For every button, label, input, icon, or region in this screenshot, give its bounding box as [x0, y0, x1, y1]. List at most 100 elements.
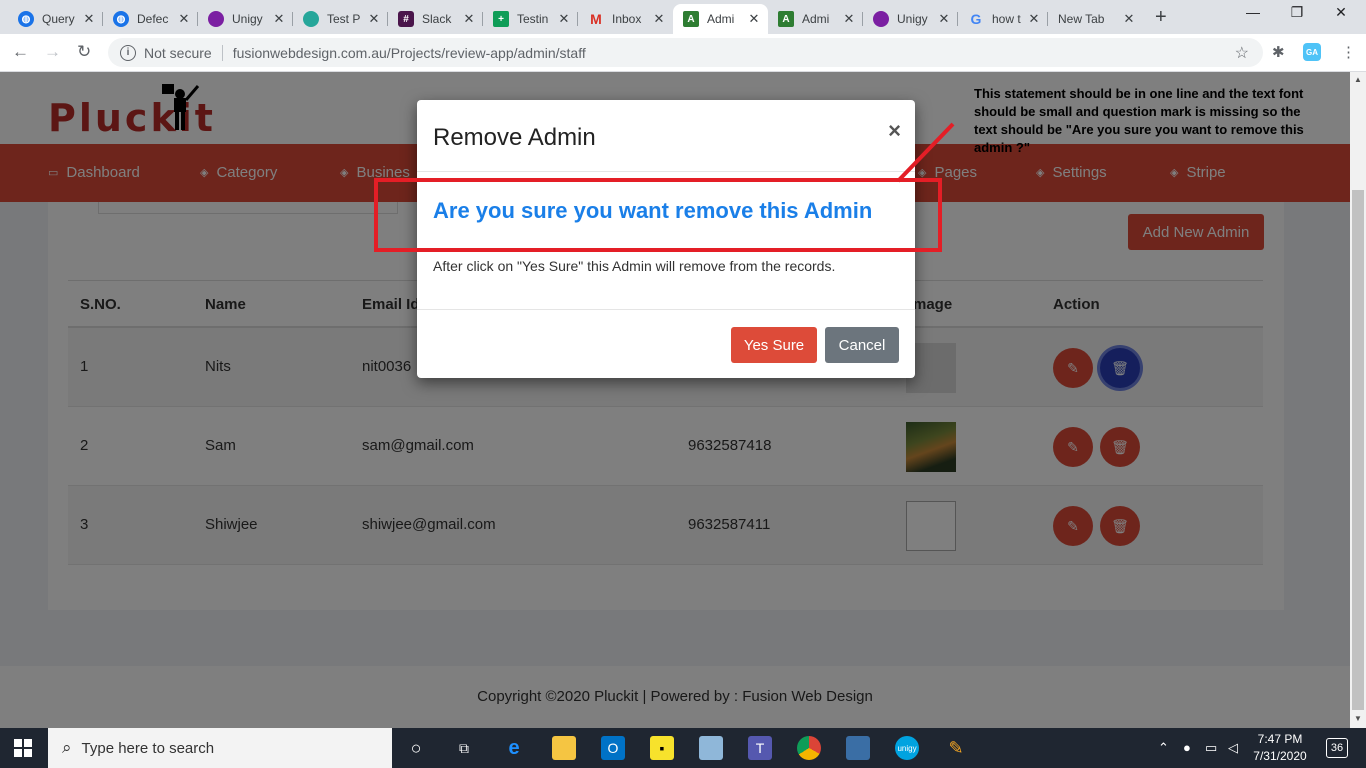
tab-admin[interactable]: A Admi ✕: [768, 4, 863, 34]
security-label: Not secure: [144, 44, 212, 61]
task-view-icon[interactable]: ⧉: [452, 736, 476, 760]
tab-query[interactable]: ◍ Query ✕: [8, 4, 103, 34]
bookmark-star-icon[interactable]: ☆: [1235, 43, 1249, 63]
tab-title: Test P: [327, 12, 361, 26]
page-scrollbar[interactable]: ▲ ▼: [1350, 72, 1366, 728]
tab-title: Testin: [517, 12, 549, 26]
ga-extension-icon[interactable]: GA: [1303, 43, 1321, 61]
scrollbar-thumb[interactable]: [1352, 190, 1364, 710]
tab-title: Defec: [137, 12, 169, 26]
testp-icon: [303, 11, 319, 27]
windows-start-icon[interactable]: [14, 739, 32, 757]
extensions-puzzle-icon[interactable]: ✱: [1272, 43, 1285, 61]
paint-icon[interactable]: ✎: [944, 736, 968, 760]
confirm-message: After click on "Yes Sure" this Admin wil…: [433, 258, 836, 274]
tab-testp[interactable]: Test P ✕: [293, 4, 388, 34]
tab-slack[interactable]: # Slack ✕: [388, 4, 483, 34]
tab-title: Query: [42, 12, 75, 26]
admin-icon: A: [778, 11, 794, 27]
close-icon[interactable]: ✕: [746, 11, 762, 27]
volume-icon[interactable]: ◁: [1228, 740, 1238, 756]
globe-icon: ◍: [113, 11, 129, 27]
tab-admin-active[interactable]: A Admi ✕: [673, 4, 768, 34]
file-explorer-icon[interactable]: [552, 736, 576, 760]
tab-how-to[interactable]: G how t ✕: [958, 4, 1048, 34]
slack-icon: #: [398, 11, 414, 27]
microphone-icon[interactable]: ●: [1183, 740, 1191, 755]
close-icon[interactable]: ✕: [1121, 11, 1137, 27]
tab-title: New Tab: [1058, 12, 1105, 26]
search-icon: ⌕: [62, 738, 72, 757]
close-icon[interactable]: ✕: [841, 11, 857, 27]
minimize-button[interactable]: —: [1230, 4, 1276, 20]
reload-icon[interactable]: ↻: [77, 42, 91, 62]
new-tab-button[interactable]: +: [1155, 6, 1167, 29]
clock-date: 7/31/2020: [1253, 749, 1307, 763]
address-bar[interactable]: i Not secure fusionwebdesign.com.au/Proj…: [108, 38, 1263, 67]
annotation-note: This statement should be in one line and…: [974, 86, 1304, 155]
close-icon[interactable]: ✕: [1026, 11, 1042, 27]
modal-title: Remove Admin: [433, 124, 596, 151]
outlook-icon[interactable]: O: [601, 736, 625, 760]
teams-icon[interactable]: T: [748, 736, 772, 760]
chrome-icon[interactable]: [797, 736, 821, 760]
window-close-button[interactable]: ✕: [1318, 4, 1364, 21]
sheets-icon: +: [493, 11, 509, 27]
close-icon[interactable]: ✕: [271, 11, 287, 27]
unigy-icon[interactable]: unigy: [895, 736, 919, 760]
tray-chevron-icon[interactable]: ⌃: [1158, 740, 1169, 756]
info-icon[interactable]: i: [120, 44, 136, 61]
cortana-icon[interactable]: ○: [404, 736, 428, 760]
battery-icon[interactable]: ▭: [1205, 740, 1217, 756]
tab-title: Inbox: [612, 12, 642, 26]
close-icon[interactable]: ✕: [936, 11, 952, 27]
google-icon: G: [970, 11, 982, 27]
scroll-down-icon[interactable]: ▼: [1354, 714, 1362, 723]
yes-sure-button[interactable]: Yes Sure: [731, 327, 817, 363]
tab-title: how t: [992, 12, 1021, 26]
forward-icon[interactable]: →: [44, 42, 61, 62]
browser-toolbar: ← → ↻ i Not secure fusionwebdesign.com.a…: [0, 34, 1366, 72]
url-text[interactable]: fusionwebdesign.com.au/Projects/review-a…: [233, 45, 586, 61]
search-placeholder: Type here to search: [81, 739, 215, 757]
app-icon[interactable]: [699, 736, 723, 760]
globe-icon: ◍: [18, 11, 34, 27]
tab-title: Unigy: [232, 12, 263, 26]
gmail-icon: M: [590, 11, 602, 27]
browser-tab-strip: ◍ Query ✕ ◍ Defec ✕ Unigy ✕ Test P ✕ # S…: [0, 0, 1366, 34]
close-icon[interactable]: ×: [888, 118, 901, 144]
tab-title: Admi: [802, 12, 830, 26]
unigy-icon: [873, 11, 889, 27]
scroll-up-icon[interactable]: ▲: [1354, 75, 1362, 84]
tab-defect[interactable]: ◍ Defec ✕: [103, 4, 198, 34]
cancel-button[interactable]: Cancel: [825, 327, 899, 363]
close-icon[interactable]: ✕: [556, 11, 572, 27]
divider: [221, 44, 223, 61]
unigy-icon: [208, 11, 224, 27]
taskbar-clock[interactable]: 7:47 PM 7/31/2020: [1240, 731, 1320, 765]
tab-inbox[interactable]: M Inbox ✕: [578, 4, 673, 34]
tab-testing[interactable]: + Testin ✕: [483, 4, 578, 34]
tab-title: Unigy: [897, 12, 928, 26]
close-icon[interactable]: ✕: [176, 11, 192, 27]
back-icon[interactable]: ←: [12, 42, 29, 62]
edge-icon[interactable]: e: [502, 736, 526, 760]
tab-unigy-2[interactable]: Unigy ✕: [863, 4, 958, 34]
sticky-notes-icon[interactable]: ▪: [650, 736, 674, 760]
modal-footer: Yes Sure Cancel: [417, 309, 915, 378]
close-icon[interactable]: ✕: [366, 11, 382, 27]
tab-title: Slack: [422, 12, 452, 26]
tab-title: Admi: [707, 12, 735, 26]
close-icon[interactable]: ✕: [651, 11, 667, 27]
tab-unigy[interactable]: Unigy ✕: [198, 4, 293, 34]
close-icon[interactable]: ✕: [461, 11, 477, 27]
close-icon[interactable]: ✕: [81, 11, 97, 27]
tab-new-tab[interactable]: New Tab ✕: [1048, 4, 1143, 34]
taskbar-search-input[interactable]: ⌕ Type here to search: [48, 728, 392, 768]
menu-kebab-icon[interactable]: ⋮: [1341, 43, 1356, 61]
remote-desktop-icon[interactable]: [846, 736, 870, 760]
maximize-button[interactable]: ❐: [1274, 4, 1320, 21]
admin-icon: A: [683, 11, 699, 27]
notification-center-icon[interactable]: 36: [1326, 738, 1348, 758]
annotation-highlight-box: [374, 178, 942, 252]
